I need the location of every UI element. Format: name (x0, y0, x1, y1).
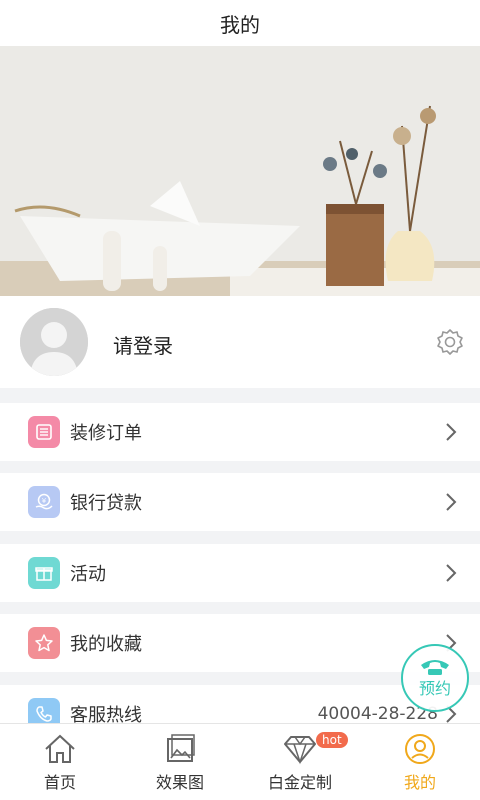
tab-label: 效果图 (155, 773, 204, 792)
tab-label: 首页 (43, 773, 76, 792)
tab-gallery[interactable]: 效果图 (120, 724, 240, 800)
gift-icon (28, 557, 60, 589)
menu-item-label: 我的收藏 (70, 634, 142, 655)
menu-item-activities[interactable]: 活动 (0, 544, 480, 602)
hot-badge: hot (316, 732, 348, 748)
gallery-icon (167, 734, 195, 762)
login-link[interactable]: 请登录 (113, 330, 173, 359)
settings-gear-icon[interactable] (436, 328, 464, 356)
bottom-tab-bar: 首页 效果图 hot 白金定制 我的 (0, 723, 480, 800)
appointment-button[interactable]: 预约 (401, 644, 469, 712)
user-icon (405, 734, 435, 764)
top-bar: 我的 (0, 0, 480, 46)
svg-text:¥: ¥ (42, 497, 47, 505)
tab-mine[interactable]: 我的 (360, 724, 480, 800)
diamond-icon (284, 736, 316, 765)
telephone-icon (421, 660, 449, 675)
profile-section[interactable]: 请登录 (0, 296, 480, 388)
menu-item-bank-loan[interactable]: ¥ 银行贷款 (0, 473, 480, 531)
loan-coin-icon: ¥ (28, 486, 60, 518)
page-title: 我的 (220, 12, 260, 37)
menu-item-label: 装修订单 (70, 423, 142, 444)
menu-item-renovation-orders[interactable]: 装修订单 (0, 403, 480, 461)
appointment-label: 预约 (418, 679, 451, 698)
default-avatar-icon (20, 308, 88, 376)
chevron-right-icon (446, 564, 457, 582)
tab-home[interactable]: 首页 (0, 724, 120, 800)
tab-label: 我的 (403, 773, 436, 792)
banner-image[interactable] (0, 46, 480, 296)
menu-item-label: 银行贷款 (70, 493, 142, 514)
star-icon (28, 627, 60, 659)
chevron-right-icon (446, 423, 457, 441)
menu-item-label: 活动 (70, 564, 106, 585)
avatar[interactable] (20, 308, 88, 376)
banner-illustration (0, 46, 480, 296)
home-icon (45, 734, 75, 763)
tab-label: 白金定制 (267, 773, 332, 792)
chevron-right-icon (446, 493, 457, 511)
order-list-icon (28, 416, 60, 448)
tab-platinum-custom[interactable]: hot 白金定制 (240, 724, 360, 800)
